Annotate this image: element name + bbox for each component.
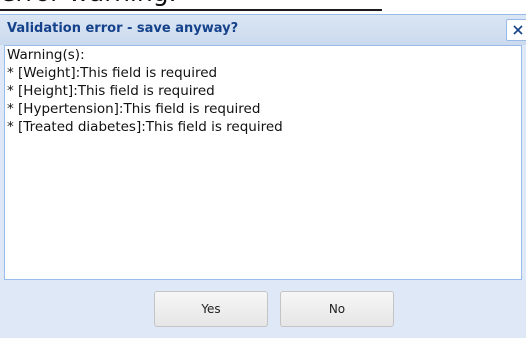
warning-item-weight: * [Weight]:This field is required xyxy=(7,65,218,81)
no-button[interactable]: No xyxy=(280,291,394,327)
yes-button[interactable]: Yes xyxy=(154,291,268,327)
dialog-message-area: Warning(s): * [Weight]:This field is req… xyxy=(4,45,522,280)
warnings-heading: Warning(s): xyxy=(7,47,85,63)
validation-dialog: Validation error - save anyway? Warning(… xyxy=(0,14,526,338)
warning-item-treated-diabetes: * [Treated diabetes]:This field is requi… xyxy=(7,119,283,135)
no-button-label: No xyxy=(328,302,346,316)
dialog-button-bar: Yes No xyxy=(0,280,526,338)
background-text-fragment: error warning. xyxy=(0,0,177,8)
close-button[interactable] xyxy=(506,19,526,41)
warning-item-hypertension: * [Hypertension]:This field is required xyxy=(7,101,261,117)
dialog-titlebar[interactable]: Validation error - save anyway? xyxy=(0,15,526,45)
close-icon xyxy=(513,25,523,35)
warning-item-height: * [Height]:This field is required xyxy=(7,83,215,99)
page: error warning. Validation error - save a… xyxy=(0,0,526,338)
dialog-title: Validation error - save anyway? xyxy=(7,21,239,36)
yes-button-label: Yes xyxy=(201,302,221,316)
background-divider xyxy=(0,9,382,11)
